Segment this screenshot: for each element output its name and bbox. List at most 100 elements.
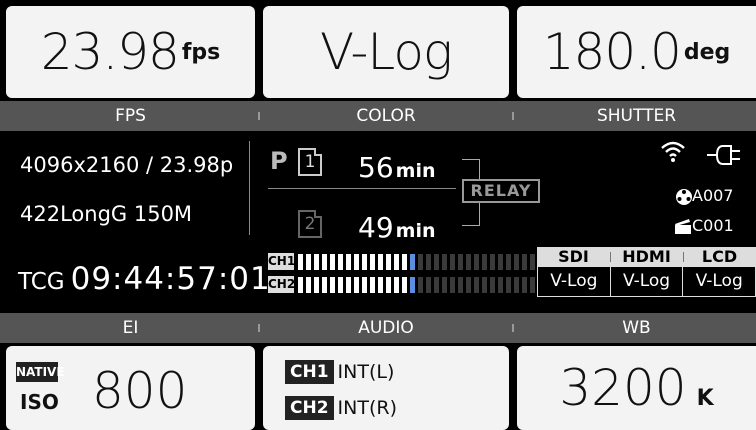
meter-segment [378, 253, 383, 270]
wifi-icon [661, 141, 685, 162]
shutter-label: SHUTTER [596, 106, 677, 126]
clapper-icon [675, 219, 691, 234]
meter-segment [378, 276, 383, 293]
ei-label: EI [122, 318, 139, 338]
meter-segment [482, 276, 487, 293]
meter-segment [514, 276, 519, 293]
color-label: COLOR [356, 106, 416, 126]
audio-ch2-row: CH2 INT(R) [285, 396, 397, 420]
meter-segment [506, 253, 511, 270]
output-header-row: SDI HDMI LCD [537, 247, 756, 267]
label-divider [512, 112, 514, 120]
meter-segment [338, 253, 343, 270]
bottom-label-bar: EI AUDIO WB [0, 313, 756, 343]
meter-segment [346, 276, 351, 293]
slot2-remaining: 49 min [358, 211, 436, 244]
meter-segment [458, 253, 463, 270]
meter-segment [370, 253, 375, 270]
shutter-tile[interactable]: 180.0 deg [517, 6, 756, 98]
meter-segment [394, 253, 399, 270]
meter-segment [474, 276, 479, 293]
meter-segment [498, 276, 503, 293]
meter-segment [482, 253, 487, 270]
audio-tile[interactable]: CH1 INT(L) CH2 INT(R) [263, 346, 509, 430]
ch1-meter-label: CH1 [268, 253, 296, 270]
wb-label: WB [622, 318, 651, 338]
ch1-badge: CH1 [285, 360, 334, 384]
output-header-hdmi: HDMI [610, 247, 683, 267]
timecode-display[interactable]: TCG 09:44:57:01 [18, 261, 271, 297]
meter-segment [434, 253, 439, 270]
meter-segment [418, 276, 423, 293]
shutter-value: 180.0 [542, 23, 682, 81]
meter-segment [490, 253, 495, 270]
meter-segment [530, 276, 535, 293]
ch2-meter-label: CH2 [268, 276, 296, 293]
divider [249, 141, 250, 235]
meter-segment [298, 253, 303, 270]
output-value-row: V-Log V-Log V-Log [537, 267, 756, 297]
relay-connector [479, 203, 480, 225]
meter-segment [490, 276, 495, 293]
clip-number-a: A007 [692, 186, 734, 205]
meter-segment [410, 253, 415, 270]
meter-segment [522, 253, 527, 270]
label-divider [258, 324, 260, 332]
meter-segment [514, 253, 519, 270]
output-header-sdi: SDI [558, 247, 589, 266]
meter-segment [410, 276, 415, 293]
meter-segment [450, 253, 455, 270]
fps-unit: fps [181, 39, 221, 65]
color-tile[interactable]: V-Log [263, 6, 509, 98]
ei-tile[interactable]: NATIVE ISO 800 [6, 346, 255, 430]
meter-segment [458, 276, 463, 293]
audio-level-meters: CH1 CH2 [268, 252, 538, 298]
slot1-remaining: 56 min [358, 151, 436, 184]
meter-segment [530, 253, 535, 270]
fps-tile[interactable]: 23.98 fps [6, 6, 255, 98]
meter-segment [474, 253, 479, 270]
clip-number-c: C001 [692, 216, 734, 235]
fps-label: FPS [115, 106, 146, 126]
meter-segment [322, 253, 327, 270]
meter-segment [522, 276, 527, 293]
meter-segment [418, 253, 423, 270]
camera-home-screen: 23.98 fps V-Log 180.0 deg FPS COLOR SHUTTE… [0, 0, 756, 430]
meter-segment [314, 276, 319, 293]
output-value-sdi: V-Log [550, 271, 598, 291]
relay-indicator: RELAY [462, 179, 540, 203]
meter-segment [362, 253, 367, 270]
wb-tile[interactable]: 3200 K [517, 346, 756, 430]
meter-segment [330, 253, 335, 270]
meter-segment [362, 276, 367, 293]
output-lut-table[interactable]: SDI HDMI LCD V-Log V-Log V-Log [537, 247, 756, 297]
meter-segment [346, 253, 351, 270]
label-divider [512, 324, 514, 332]
ch2-meter-bar [298, 276, 538, 293]
meter-segment [442, 276, 447, 293]
info-panel: 4096x2160 / 23.98p 422LongG 150M TCG 09:4… [0, 131, 756, 313]
meter-segment [306, 276, 311, 293]
shutter-unit: deg [683, 39, 731, 65]
meter-segment [402, 276, 407, 293]
ch1-input: INT(L) [337, 361, 395, 383]
timecode-label: TCG [18, 269, 65, 295]
meter-segment [498, 253, 503, 270]
relay-connector [479, 159, 480, 179]
meter-segment [306, 253, 311, 270]
output-value-lcd: V-Log [682, 267, 755, 296]
meter-segment [434, 276, 439, 293]
meter-segment [442, 253, 447, 270]
primary-slot-indicator: P [270, 147, 288, 175]
meter-segment [506, 276, 511, 293]
ch1-meter-bar [298, 253, 538, 270]
meter-segment [338, 276, 343, 293]
reel-icon [676, 189, 692, 205]
meter-segment [450, 276, 455, 293]
meter-segment [386, 253, 391, 270]
meter-segment [426, 253, 431, 270]
audio-ch1-row: CH1 INT(L) [285, 360, 394, 384]
relay-connector [462, 225, 480, 226]
label-divider [258, 112, 260, 120]
wb-value: 3200 K [559, 359, 714, 417]
